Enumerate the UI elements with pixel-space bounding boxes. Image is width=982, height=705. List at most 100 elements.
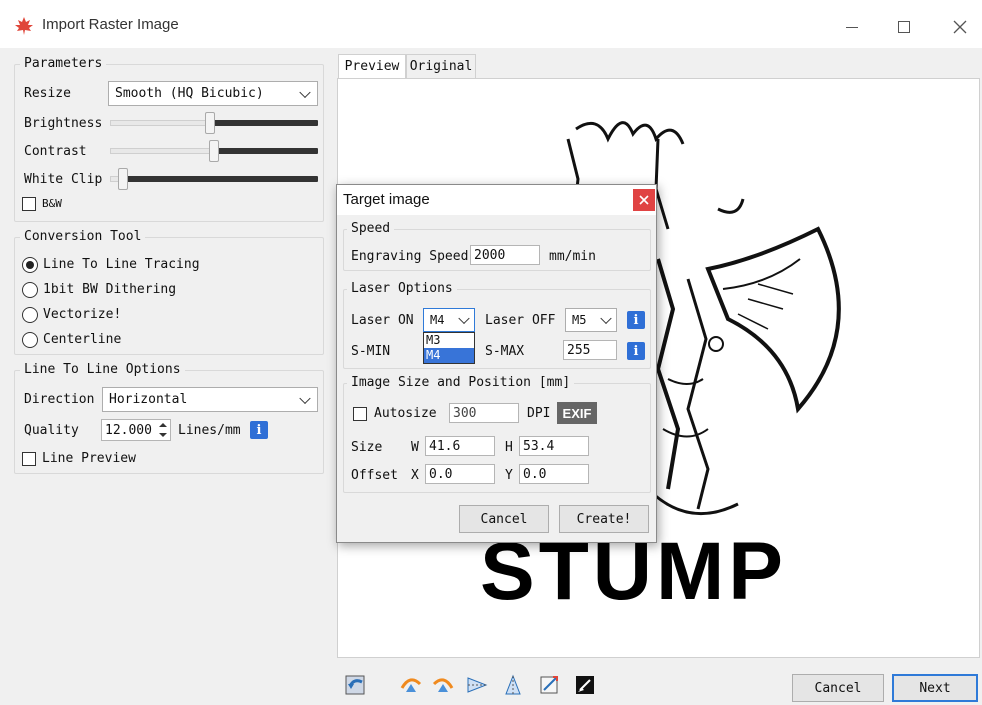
maximize-icon [898,21,910,33]
quality-value: 12.000 [105,422,152,438]
height-input[interactable]: 53.4 [519,436,589,456]
width-input[interactable]: 41.6 [425,436,495,456]
offset-label: Offset [351,468,398,483]
title-bar: Import Raster Image [0,0,982,48]
flip-vertical-icon[interactable] [500,672,526,698]
close-icon [639,195,649,205]
info-icon: i [633,312,639,328]
offset-x-value: 0.0 [429,466,453,482]
revert-icon[interactable] [342,672,368,698]
minimize-button[interactable] [832,12,872,42]
engraving-speed-input[interactable]: 2000 [470,245,540,265]
info-icon: i [256,422,262,438]
laser-off-label: Laser OFF [485,313,556,328]
speed-unit: mm/min [549,249,596,264]
whiteclip-slider-thumb[interactable] [118,168,128,190]
maximize-button[interactable] [884,12,924,42]
dpi-value: 300 [453,405,477,421]
resize-value: Smooth (HQ Bicubic) [115,86,264,101]
chevron-down-icon [600,312,612,325]
info-icon: i [633,343,639,359]
quality-label: Quality [24,423,79,438]
line-preview-checkbox[interactable] [22,452,36,466]
invert-icon[interactable] [572,672,598,698]
dpi-input[interactable]: 300 [449,403,519,423]
resize-select[interactable]: Smooth (HQ Bicubic) [108,81,318,106]
spin-up-icon[interactable] [156,420,170,430]
brightness-slider[interactable] [108,112,318,136]
laser-on-value: M4 [430,313,445,327]
cancel-button[interactable]: Cancel [792,674,884,702]
close-icon [953,20,967,34]
option-centerline-label: Centerline [43,332,122,347]
window-title: Import Raster Image [42,16,179,33]
contrast-label: Contrast [24,144,87,159]
quality-unit: Lines/mm [178,423,241,438]
radio-line-to-line[interactable] [22,257,38,273]
whiteclip-label: White Clip [24,172,103,187]
laser-on-option-m3[interactable]: M3 [424,333,474,348]
contrast-slider-thumb[interactable] [209,140,219,162]
exif-button[interactable]: EXIF [557,402,597,424]
chevron-down-icon [458,312,470,325]
rotate-right-icon[interactable] [430,672,456,698]
tab-original[interactable]: Original [406,54,476,78]
option-vectorize-label: Vectorize! [43,307,122,322]
laser-on-label: Laser ON [351,313,414,328]
smax-input[interactable]: 255 [563,340,617,360]
image-size-title: Image Size and Position [mm] [347,375,575,390]
option-line-to-line-label: Line To Line Tracing [43,257,200,272]
engraving-speed-value: 2000 [474,247,506,263]
direction-label: Direction [24,392,95,407]
chevron-down-icon [299,86,311,98]
bw-label: B&W [42,197,62,210]
quality-spin-buttons[interactable] [156,420,170,440]
laser-options-title: Laser Options [347,281,457,296]
target-image-dialog: Target image Speed Engraving Speed 2000 … [336,184,657,543]
dialog-title-bar: Target image [337,185,656,215]
autosize-checkbox[interactable] [353,407,367,421]
flip-horizontal-icon[interactable] [464,672,490,698]
image-toolbar [340,672,620,702]
x-label: X [411,468,419,483]
crop-icon[interactable] [536,672,562,698]
option-dithering-label: 1bit BW Dithering [43,282,177,297]
brightness-slider-thumb[interactable] [205,112,215,134]
laser-on-select[interactable]: M4 [423,308,475,332]
radio-centerline[interactable] [22,332,38,348]
contrast-slider[interactable] [108,140,318,164]
width-value: 41.6 [429,438,461,454]
spin-down-icon[interactable] [156,430,170,440]
close-button[interactable] [940,12,980,42]
radio-dithering[interactable] [22,282,38,298]
chevron-down-icon [299,392,311,404]
laser-off-select[interactable]: M5 [565,308,617,332]
offset-y-input[interactable]: 0.0 [519,464,589,484]
smax-info-button[interactable]: i [627,342,645,360]
smax-value: 255 [567,342,591,358]
direction-select[interactable]: Horizontal [102,387,318,412]
rotate-left-icon[interactable] [398,672,424,698]
next-button[interactable]: Next [892,674,978,702]
height-value: 53.4 [523,438,555,454]
offset-y-value: 0.0 [523,466,547,482]
laser-on-option-m4[interactable]: M4 [424,348,474,363]
bw-checkbox[interactable] [22,197,36,211]
stump-text: STUMP [480,526,787,617]
parameters-title: Parameters [20,56,107,71]
dialog-cancel-button[interactable]: Cancel [459,505,549,533]
autosize-label: Autosize [374,406,437,421]
dialog-close-button[interactable] [633,189,655,211]
radio-vectorize[interactable] [22,307,38,323]
speed-title: Speed [347,221,395,236]
quality-info-button[interactable]: i [250,421,268,439]
laser-off-value: M5 [572,313,587,327]
smax-label: S-MAX [485,344,525,359]
offset-x-input[interactable]: 0.0 [425,464,495,484]
w-label: W [411,440,419,455]
tab-preview[interactable]: Preview [338,54,406,78]
whiteclip-slider[interactable] [108,168,318,192]
laser-info-button[interactable]: i [627,311,645,329]
line-preview-label: Line Preview [42,451,136,466]
create-button[interactable]: Create! [559,505,649,533]
